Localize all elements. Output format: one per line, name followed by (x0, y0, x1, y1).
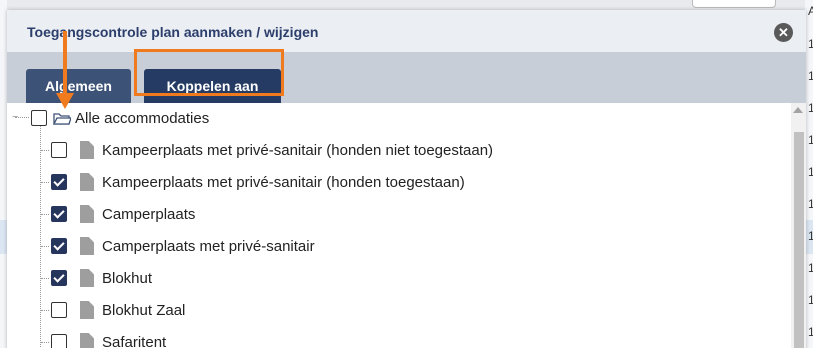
background-cell: 1 (808, 165, 813, 179)
file-icon (80, 141, 94, 159)
background-cell: 1 (808, 37, 813, 51)
tab-algemeen[interactable]: Algemeen (26, 69, 131, 103)
tree-connector (41, 310, 49, 311)
background-cell: 1 (808, 101, 813, 115)
tree-root-label: Alle accommodaties (75, 109, 210, 127)
file-icon (80, 237, 94, 255)
tree-connector (41, 246, 49, 247)
file-icon (80, 173, 94, 191)
tree-item-label: Kampeerplaats met privé-sanitair (honden… (102, 173, 465, 191)
scroll-up-icon[interactable] (793, 107, 803, 113)
tree-connector (15, 117, 29, 118)
background-cell: 1 (808, 69, 813, 83)
tree-item-checkbox[interactable] (51, 302, 67, 318)
tree-item-label: Blokhut (102, 269, 153, 287)
background-cell: 1 (808, 293, 813, 307)
tree-connector (41, 182, 49, 183)
background-row-highlight (0, 220, 7, 254)
annotation-highlight-box (134, 49, 284, 96)
close-icon[interactable]: ✕ (774, 23, 793, 42)
annotation-arrow (63, 31, 67, 95)
dialog-title-bar: Toegangscontrole plan aanmaken / wijzige… (7, 10, 806, 52)
tree-item-checkbox[interactable] (51, 238, 67, 254)
background-page-left (0, 0, 7, 348)
dialog-title: Toegangscontrole plan aanmaken / wijzige… (27, 24, 319, 40)
tree-item[interactable]: Blokhut Zaal (51, 299, 185, 321)
accommodation-tree: − Alle accommodaties Kampeerplaats met p… (7, 103, 806, 348)
checkbox-root[interactable] (31, 110, 47, 126)
background-cell: 1 (808, 229, 813, 243)
tree-connector (41, 150, 49, 151)
access-control-dialog: Toegangscontrole plan aanmaken / wijzige… (7, 10, 806, 348)
tree-connector (40, 125, 41, 348)
tree-item-label: Blokhut Zaal (102, 301, 186, 319)
background-cell: 1 (808, 197, 813, 211)
tree-connector (41, 214, 49, 215)
tree-item-checkbox[interactable] (51, 270, 67, 286)
tree-item-label: Kampeerplaats met privé-sanitair (honden… (102, 141, 494, 159)
folder-icon (53, 113, 71, 125)
file-icon (80, 269, 94, 287)
tree-item[interactable]: Safaritent (51, 331, 166, 348)
background-cell: 1 (808, 325, 813, 339)
tree-item[interactable]: Kampeerplaats met privé-sanitair (honden… (51, 171, 465, 193)
tree-item-checkbox[interactable] (51, 206, 67, 222)
tree-root[interactable]: Alle accommodaties (31, 107, 209, 129)
file-icon (80, 301, 94, 319)
tree-connector (41, 278, 49, 279)
file-icon (80, 205, 94, 223)
background-cell: A (808, 4, 813, 18)
tree-connector (41, 342, 49, 343)
file-icon (80, 333, 94, 348)
tree-item-label: Camperplaats met privé-sanitair (102, 237, 315, 255)
background-button (692, 0, 776, 8)
tree-item-checkbox[interactable] (51, 174, 67, 190)
tree-item[interactable]: Camperplaats met privé-sanitair (51, 235, 315, 257)
tab-bar: Algemeen Koppelen aan (7, 52, 806, 103)
scrollbar-thumb[interactable] (794, 132, 804, 348)
tree-item[interactable]: Kampeerplaats met privé-sanitair (honden… (51, 139, 493, 161)
tree-item-label: Safaritent (102, 333, 167, 348)
tree-item-label: Camperplaats (102, 205, 196, 223)
tree-item[interactable]: Blokhut (51, 267, 152, 289)
tree-item[interactable]: Camperplaats (51, 203, 195, 225)
background-cell: 1 (808, 133, 813, 147)
background-cell: 1 (808, 261, 813, 275)
tree-item-checkbox[interactable] (51, 142, 67, 158)
tree-item-checkbox[interactable] (51, 334, 67, 348)
annotation-arrow-head (56, 93, 74, 109)
